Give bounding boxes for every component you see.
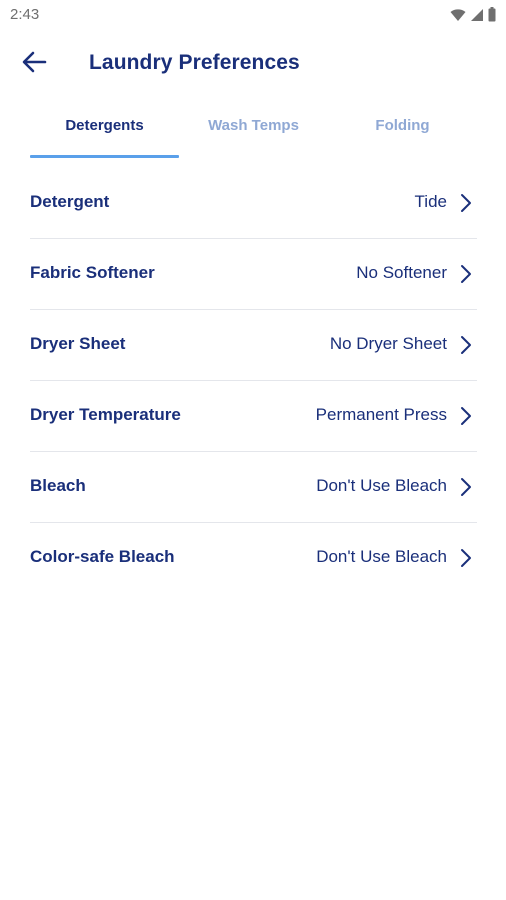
setting-row-bleach[interactable]: Bleach Don't Use Bleach xyxy=(30,452,477,523)
page-title: Laundry Preferences xyxy=(89,51,300,74)
setting-label: Fabric Softener xyxy=(30,263,155,282)
active-tab-indicator xyxy=(30,155,179,158)
tab-wash-temps[interactable]: Wash Temps xyxy=(179,103,328,158)
signal-icon xyxy=(470,8,484,22)
setting-label: Color-safe Bleach xyxy=(30,547,175,566)
tab-folding[interactable]: Folding xyxy=(328,103,477,158)
settings-list: Detergent Tide Fabric Softener No Soften… xyxy=(30,168,477,593)
setting-label: Detergent xyxy=(30,192,110,211)
app-bar: Laundry Preferences xyxy=(0,40,506,88)
setting-row-fabric-softener[interactable]: Fabric Softener No Softener xyxy=(30,239,477,310)
tab-bar: Detergents Wash Temps Folding xyxy=(30,103,477,158)
chevron-right-icon xyxy=(459,335,473,355)
back-button[interactable] xyxy=(18,50,50,78)
setting-row-detergent[interactable]: Detergent Tide xyxy=(30,168,477,239)
setting-label: Dryer Temperature xyxy=(30,405,181,424)
setting-value: No Dryer Sheet xyxy=(329,334,447,353)
tab-detergents[interactable]: Detergents xyxy=(30,103,179,158)
status-time: 2:43 xyxy=(10,6,40,23)
screen: 2:43 Laundry Preferences Detergents Wash… xyxy=(0,0,506,900)
setting-value: Don't Use Bleach xyxy=(316,476,447,495)
tab-label: Folding xyxy=(375,117,430,134)
status-icons xyxy=(450,7,496,22)
chevron-right-icon xyxy=(459,193,473,213)
setting-row-dryer-temperature[interactable]: Dryer Temperature Permanent Press xyxy=(30,381,477,452)
setting-value: Don't Use Bleach xyxy=(316,547,447,566)
setting-label: Dryer Sheet xyxy=(30,334,126,353)
tab-label: Wash Temps xyxy=(208,117,299,134)
chevron-right-icon xyxy=(459,264,473,284)
setting-row-dryer-sheet[interactable]: Dryer Sheet No Dryer Sheet xyxy=(30,310,477,381)
arrow-back-icon xyxy=(21,51,47,78)
wifi-icon xyxy=(450,8,466,22)
setting-label: Bleach xyxy=(30,476,86,495)
setting-row-color-safe-bleach[interactable]: Color-safe Bleach Don't Use Bleach xyxy=(30,523,477,593)
chevron-right-icon xyxy=(459,406,473,426)
chevron-right-icon xyxy=(459,477,473,497)
setting-value: Permanent Press xyxy=(315,405,447,424)
setting-value: No Softener xyxy=(356,263,447,282)
setting-value: Tide xyxy=(414,192,447,211)
status-bar: 2:43 xyxy=(0,0,506,30)
battery-icon xyxy=(488,7,496,22)
chevron-right-icon xyxy=(459,548,473,568)
tab-label: Detergents xyxy=(65,117,144,134)
